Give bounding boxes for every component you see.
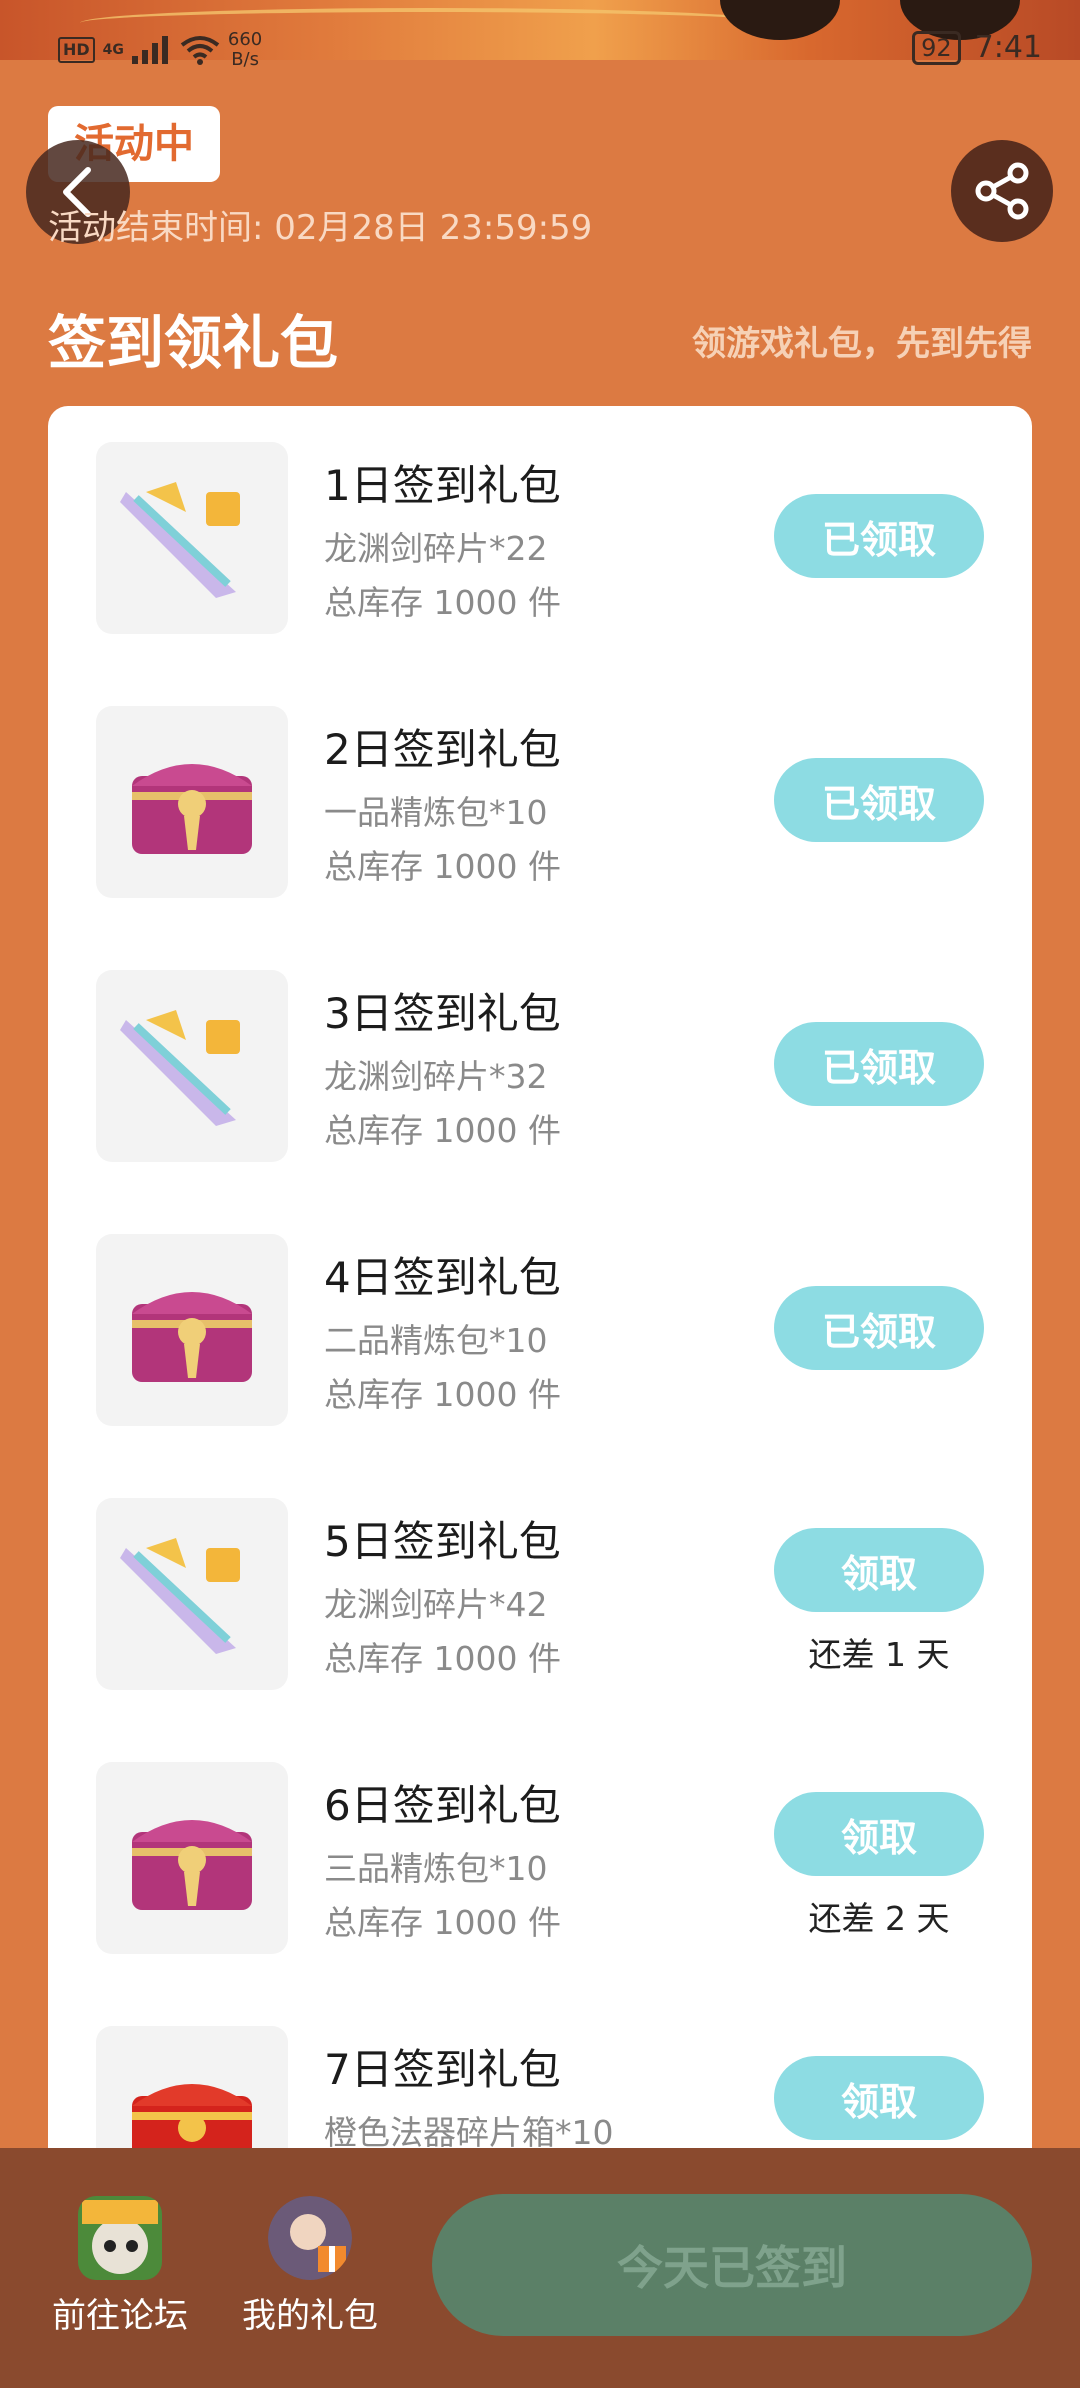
share-icon xyxy=(975,162,1029,220)
speed-value: 660 xyxy=(227,29,263,50)
claimed-button[interactable]: 已领取 xyxy=(774,494,984,578)
sword-fragment-icon xyxy=(96,442,288,634)
gift-description: 橙色法器碎片箱*10 xyxy=(324,2113,614,2152)
gift-description: 龙渊剑碎片*42 xyxy=(324,1585,548,1624)
my-gifts-link[interactable]: 我的礼包 xyxy=(240,2196,380,2337)
gift-item: 5日签到礼包 龙渊剑碎片*42 总库存 1000 件 领取 还差 1 天 xyxy=(48,1462,1032,1726)
treasure-chest-icon xyxy=(96,1762,288,1954)
gift-list-card: 1日签到礼包 龙渊剑碎片*22 总库存 1000 件 已领取 2日签到礼包 一品… xyxy=(48,406,1032,2388)
gift-item: 6日签到礼包 三品精炼包*10 总库存 1000 件 领取 还差 2 天 xyxy=(48,1726,1032,1990)
signal-icon xyxy=(131,36,168,64)
forum-label: 前往论坛 xyxy=(52,2296,188,2336)
gift-description: 龙渊剑碎片*32 xyxy=(324,1057,548,1096)
network-type: 4G xyxy=(102,42,124,58)
treasure-chest-icon xyxy=(96,1234,288,1426)
gift-item: 1日签到礼包 龙渊剑碎片*22 总库存 1000 件 已领取 xyxy=(48,406,1032,670)
game-avatar-icon xyxy=(78,2196,162,2280)
claimed-button[interactable]: 已领取 xyxy=(774,758,984,842)
hd-indicator: HD xyxy=(58,37,95,63)
speed-unit: B/s xyxy=(231,49,259,70)
gift-item: 2日签到礼包 一品精炼包*10 总库存 1000 件 已领取 xyxy=(48,670,1032,934)
bottom-bar: 前往论坛 我的礼包 今天已签到 xyxy=(0,2148,1080,2388)
gift-item: 4日签到礼包 二品精炼包*10 总库存 1000 件 已领取 xyxy=(48,1198,1032,1462)
gift-description: 龙渊剑碎片*22 xyxy=(324,529,548,568)
gift-description: 三品精炼包*10 xyxy=(324,1849,548,1888)
share-button[interactable] xyxy=(951,140,1053,242)
gift-title: 6日签到礼包 xyxy=(324,1781,561,1830)
gift-stock: 总库存 1000 件 xyxy=(324,583,561,622)
gift-title: 7日签到礼包 xyxy=(324,2045,561,2094)
gift-stock: 总库存 1000 件 xyxy=(324,1111,561,1150)
gift-title: 2日签到礼包 xyxy=(324,725,561,774)
claim-button[interactable]: 领取 xyxy=(774,2056,984,2140)
gift-title: 4日签到礼包 xyxy=(324,1253,561,1302)
forum-link[interactable]: 前往论坛 xyxy=(50,2196,190,2337)
gift-description: 二品精炼包*10 xyxy=(324,1321,548,1360)
gift-title: 3日签到礼包 xyxy=(324,989,561,1038)
gift-stock: 总库存 1000 件 xyxy=(324,1375,561,1414)
claimed-button[interactable]: 已领取 xyxy=(774,1022,984,1106)
gift-stock: 总库存 1000 件 xyxy=(324,1903,561,1942)
treasure-chest-icon xyxy=(96,706,288,898)
days-remaining: 还差 2 天 xyxy=(808,1899,950,1938)
sword-fragment-icon xyxy=(96,970,288,1162)
gift-title: 1日签到礼包 xyxy=(324,461,561,510)
gift-stock: 总库存 1000 件 xyxy=(324,1639,561,1678)
claim-button[interactable]: 领取 xyxy=(774,1792,984,1876)
network-speed: 660 B/s xyxy=(228,30,262,70)
days-remaining: 还差 1 天 xyxy=(808,1635,950,1674)
section-title: 签到领礼包 xyxy=(48,309,339,377)
claim-button[interactable]: 领取 xyxy=(774,1528,984,1612)
sword-fragment-icon xyxy=(96,1498,288,1690)
gift-item: 3日签到礼包 龙渊剑碎片*32 总库存 1000 件 已领取 xyxy=(48,934,1032,1198)
section-subtitle: 领游戏礼包，先到先得 xyxy=(692,324,1032,364)
claimed-button[interactable]: 已领取 xyxy=(774,1286,984,1370)
signed-today-button[interactable]: 今天已签到 xyxy=(432,2194,1032,2336)
wifi-icon xyxy=(180,36,220,65)
status-bar: HD 4G 660 B/s 92 7:41 xyxy=(0,30,1080,80)
activity-end-time: 活动结束时间: 02月28日 23:59:59 xyxy=(48,208,593,248)
gift-description: 一品精炼包*10 xyxy=(324,793,548,832)
clock: 7:41 xyxy=(974,30,1042,65)
gift-title: 5日签到礼包 xyxy=(324,1517,561,1566)
battery-indicator: 92 xyxy=(912,30,961,65)
user-avatar-icon xyxy=(268,2196,352,2280)
my-gifts-label: 我的礼包 xyxy=(242,2296,378,2336)
gift-stock: 总库存 1000 件 xyxy=(324,847,561,886)
